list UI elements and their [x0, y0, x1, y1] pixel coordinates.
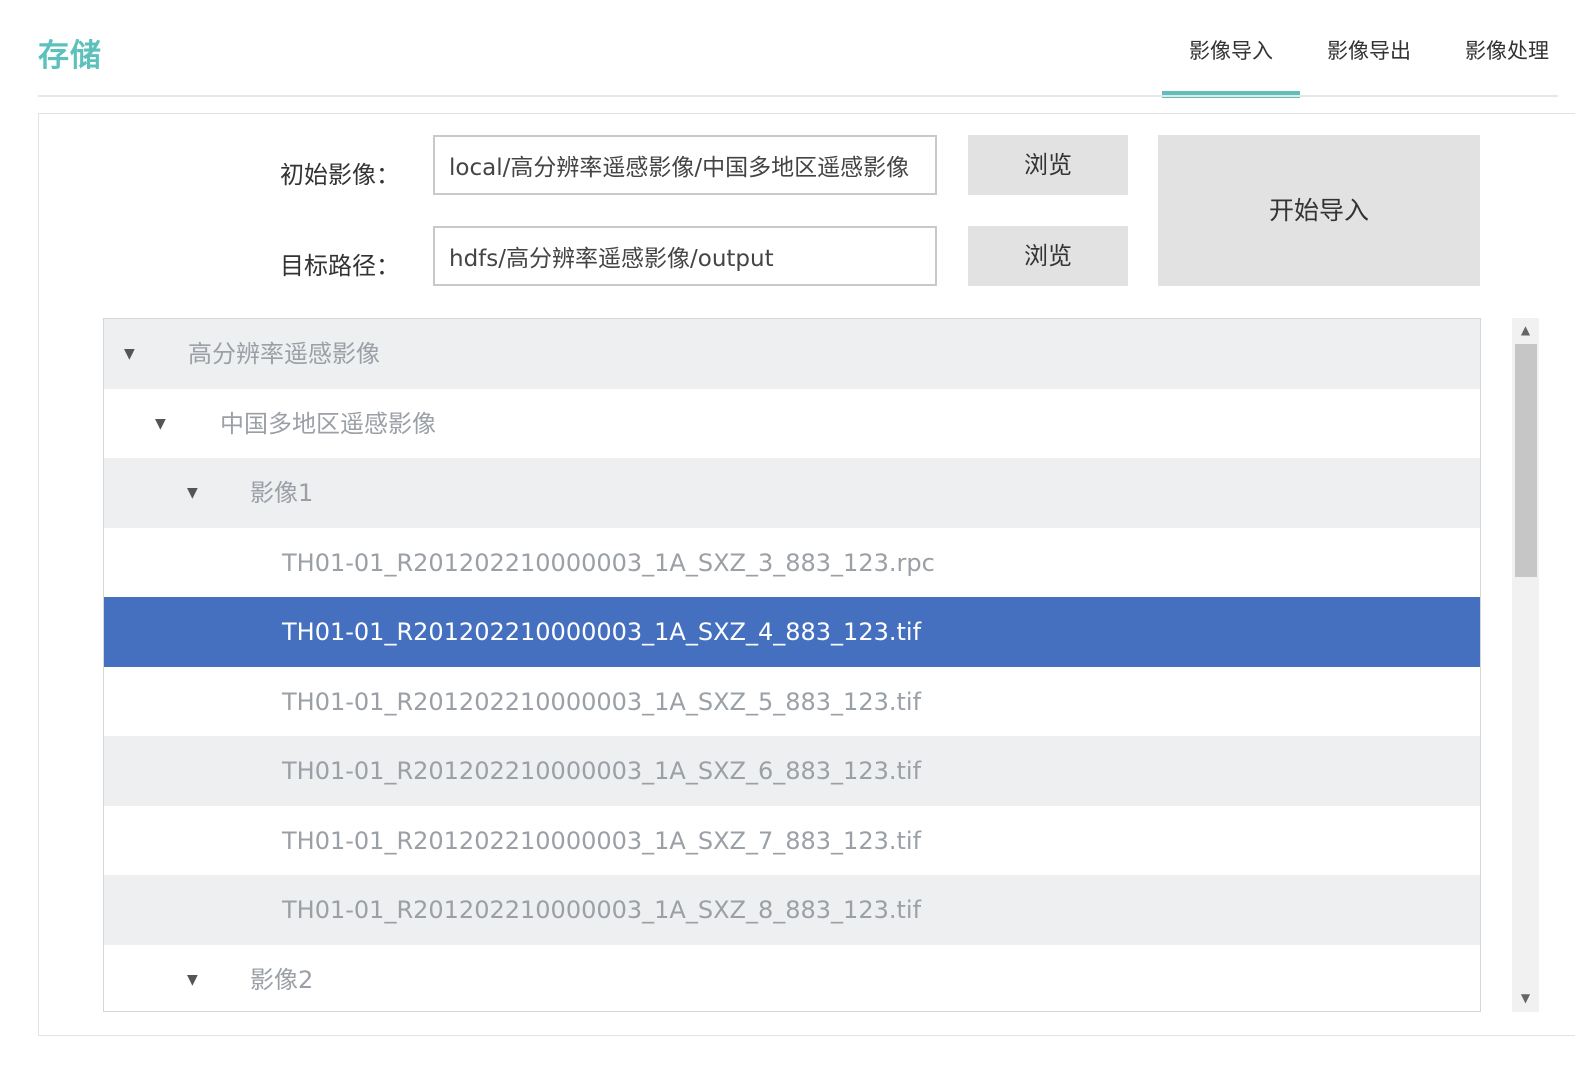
tree-item-label: TH01-01_R201202210000003_1A_SXZ_6_883_12…: [282, 757, 922, 785]
tree-item[interactable]: TH01-01_R201202210000003_1A_SXZ_3_883_12…: [104, 528, 1480, 598]
tree-item[interactable]: ▼ 影像1: [104, 458, 1480, 528]
tree-item[interactable]: ▼ 影像2: [104, 945, 1480, 1012]
tree-item[interactable]: TH01-01_R201202210000003_1A_SXZ_6_883_12…: [104, 736, 1480, 806]
tree-item-label: TH01-01_R201202210000003_1A_SXZ_5_883_12…: [282, 687, 922, 716]
scroll-up-arrow-icon[interactable]: ▲: [1512, 318, 1539, 342]
tab-label: 影像导入: [1189, 39, 1273, 63]
start-import-button[interactable]: 开始导入: [1158, 135, 1480, 286]
source-image-label: 初始影像：: [280, 161, 400, 189]
tree-item-label: 影像2: [250, 965, 314, 994]
tree-item[interactable]: TH01-01_R201202210000003_1A_SXZ_8_883_12…: [104, 875, 1480, 945]
scroll-down-arrow-icon[interactable]: ▼: [1512, 986, 1539, 1010]
tab-image-processing[interactable]: 影像处理: [1438, 32, 1575, 96]
tab-image-import[interactable]: 影像导入: [1162, 32, 1300, 98]
target-path-label: 目标路径：: [280, 252, 400, 280]
expand-arrow-icon[interactable]: ▼: [187, 945, 198, 1012]
tree-item[interactable]: ▼ 高分辨率遥感影像: [104, 319, 1480, 389]
tree-item-label: 影像1: [250, 479, 314, 507]
source-image-input[interactable]: [433, 135, 937, 195]
tree-item-label: 中国多地区遥感影像: [220, 409, 436, 438]
target-path-input[interactable]: [433, 226, 937, 286]
tab-image-export[interactable]: 影像导出: [1300, 32, 1438, 96]
expand-arrow-icon[interactable]: ▼: [155, 389, 166, 459]
tree-item-label: TH01-01_R201202210000003_1A_SXZ_8_883_12…: [282, 896, 922, 924]
tree-item[interactable]: TH01-01_R201202210000003_1A_SXZ_7_883_12…: [104, 806, 1480, 876]
header-divider: [38, 95, 1558, 97]
brand-title: 存储: [38, 38, 102, 74]
tab-bar: 影像导入 影像导出 影像处理: [1162, 0, 1575, 98]
tree-item-selected[interactable]: TH01-01_R201202210000003_1A_SXZ_4_883_12…: [104, 597, 1480, 667]
browse-target-button[interactable]: 浏览: [968, 226, 1128, 286]
tree-item-label: TH01-01_R201202210000003_1A_SXZ_7_883_12…: [282, 826, 922, 855]
tab-label: 影像处理: [1465, 39, 1549, 63]
tree-item-label: TH01-01_R201202210000003_1A_SXZ_4_883_12…: [282, 618, 922, 646]
tree-item[interactable]: ▼ 中国多地区遥感影像: [104, 389, 1480, 459]
tree-item-label: TH01-01_R201202210000003_1A_SXZ_3_883_12…: [282, 548, 935, 577]
browse-source-button[interactable]: 浏览: [968, 135, 1128, 195]
expand-arrow-icon[interactable]: ▼: [187, 458, 198, 528]
expand-arrow-icon[interactable]: ▼: [124, 319, 135, 389]
tree-item[interactable]: TH01-01_R201202210000003_1A_SXZ_5_883_12…: [104, 667, 1480, 737]
scrollbar-thumb[interactable]: [1515, 344, 1537, 577]
tree-item-label: 高分辨率遥感影像: [188, 340, 380, 368]
file-tree: ▼ 高分辨率遥感影像 ▼ 中国多地区遥感影像 ▼ 影像1 TH01-01_R20120221…: [103, 318, 1481, 1012]
tab-label: 影像导出: [1327, 39, 1411, 63]
